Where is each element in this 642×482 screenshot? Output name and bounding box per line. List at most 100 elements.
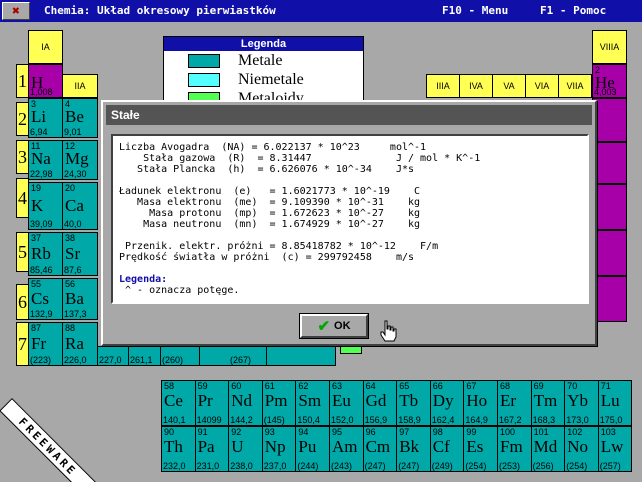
element-mass: (243) bbox=[331, 461, 353, 471]
constant-permittivity: Przenik. elektr. próżni = 8.85418782 * 1… bbox=[119, 241, 439, 252]
element-cell[interactable]: 87 Fr (223) bbox=[28, 322, 63, 366]
element-cell[interactable]: 227,0 bbox=[97, 346, 129, 366]
element-cell[interactable] bbox=[592, 142, 627, 184]
element-cell[interactable]: (267) bbox=[199, 346, 267, 366]
checkmark-icon: ✔ bbox=[317, 317, 331, 335]
element-cell[interactable]: 67 Ho 164,9 bbox=[463, 380, 498, 426]
element-cell[interactable]: 101 Md (256) bbox=[530, 426, 566, 472]
element-cell[interactable]: 63 Eu 152,0 bbox=[329, 380, 364, 426]
element-number: 92 bbox=[231, 427, 242, 437]
element-symbol: Lu bbox=[600, 391, 620, 410]
element-cell[interactable]: 88 Ra 226,0 bbox=[62, 322, 98, 366]
element-cell[interactable]: 62 Sm 150,4 bbox=[295, 380, 330, 426]
element-cell[interactable] bbox=[266, 346, 336, 366]
element-cell[interactable]: 100 Fm (253) bbox=[497, 426, 532, 472]
element-cell[interactable]: 59 Pr 14099 bbox=[194, 380, 230, 426]
element-cell[interactable]: 61 Pm (145) bbox=[261, 380, 297, 426]
element-symbol: Th bbox=[164, 437, 183, 456]
element-symbol: Md bbox=[533, 437, 558, 456]
element-cell[interactable]: 12 Mg 24,30 bbox=[62, 140, 98, 180]
element-number: 95 bbox=[332, 427, 343, 437]
element-number: 97 bbox=[399, 427, 410, 437]
element-cell[interactable] bbox=[592, 230, 627, 276]
element-number: 59 bbox=[197, 381, 208, 391]
element-mass: (249) bbox=[431, 461, 453, 471]
element-cell[interactable]: 99 Es (254) bbox=[463, 426, 498, 472]
element-symbol: Pr bbox=[197, 391, 213, 410]
element-symbol: Cs bbox=[31, 289, 49, 308]
element-cell[interactable]: 70 Yb 173,0 bbox=[564, 380, 599, 426]
element-cell[interactable]: 56 Ba 137,3 bbox=[62, 278, 98, 320]
element-number: 98 bbox=[432, 427, 443, 437]
element-cell[interactable]: (260) bbox=[160, 346, 200, 366]
element-cell[interactable] bbox=[592, 98, 627, 142]
element-mass: (223) bbox=[30, 355, 52, 365]
element-cell[interactable]: 96 Cm (247) bbox=[362, 426, 398, 472]
group-header-iia: IIA bbox=[62, 74, 98, 98]
element-number: 56 bbox=[65, 279, 76, 289]
constant-proton-mass: Masa protonu (mp) = 1.672623 * 10^-27 kg bbox=[119, 208, 421, 219]
element-cell[interactable]: 102 No (254) bbox=[564, 426, 599, 472]
element-symbol: Am bbox=[332, 437, 358, 456]
element-cell[interactable]: 97 Bk (247) bbox=[396, 426, 431, 472]
element-cell[interactable]: 261,1 bbox=[128, 346, 161, 366]
element-cell[interactable]: 37 Rb 85,46 bbox=[28, 232, 63, 276]
element-cell[interactable]: 93 Np 237,0 bbox=[261, 426, 297, 472]
element-symbol: Pu bbox=[298, 437, 317, 456]
element-number: 93 bbox=[264, 427, 275, 437]
element-mass: 152,0 bbox=[331, 415, 354, 425]
element-cell[interactable]: 58 Ce 140,1 bbox=[161, 380, 196, 426]
element-cell[interactable]: 69 Tm 168,3 bbox=[530, 380, 566, 426]
element-symbol: Pa bbox=[197, 437, 215, 456]
element-cell[interactable]: 94 Pu (244) bbox=[295, 426, 330, 472]
menu-hint[interactable]: F10 - Menu bbox=[442, 4, 508, 17]
element-cell[interactable]: 38 Sr 87,6 bbox=[62, 232, 98, 276]
element-cell[interactable]: 11 Na 22,98 bbox=[28, 140, 63, 180]
legend-swatch bbox=[188, 73, 220, 87]
element-number: 64 bbox=[365, 381, 376, 391]
element-cell[interactable]: 3 Li 6,94 bbox=[28, 98, 63, 138]
element-number: 88 bbox=[65, 323, 76, 333]
element-cell[interactable]: 19 K 39,09 bbox=[28, 182, 63, 230]
element-cell[interactable]: H 1,008 bbox=[28, 64, 63, 98]
element-cell[interactable]: 20 Ca 40,0 bbox=[62, 182, 98, 230]
element-cell[interactable]: 90 Th 232,0 bbox=[161, 426, 196, 472]
element-mass: 231,0 bbox=[196, 461, 220, 471]
element-cell[interactable]: 98 Cf (249) bbox=[429, 426, 465, 472]
element-cell[interactable]: 66 Dy 162,4 bbox=[429, 380, 465, 426]
element-cell[interactable]: 68 Er 167,2 bbox=[497, 380, 532, 426]
dialog-legend-header: Legenda: bbox=[119, 274, 168, 285]
element-cell[interactable] bbox=[592, 276, 627, 322]
system-menu-button[interactable]: ✖ bbox=[2, 2, 30, 20]
element-cell[interactable]: 65 Tb 158,9 bbox=[396, 380, 431, 426]
element-cell[interactable]: 91 Pa 231,0 bbox=[194, 426, 230, 472]
element-cell[interactable]: 2 He 4,003 bbox=[592, 64, 627, 98]
element-symbol: Cm bbox=[365, 437, 391, 456]
element-cell[interactable]: 95 Am (243) bbox=[329, 426, 364, 472]
close-icon: ✖ bbox=[12, 3, 20, 19]
element-mass: 4,003 bbox=[594, 87, 617, 97]
group-header-iva: IVA bbox=[459, 74, 493, 98]
element-mass: 261,1 bbox=[130, 355, 153, 365]
group-header-viiia: VIIIA bbox=[592, 30, 627, 64]
element-cell[interactable]: 71 Lu 175,0 bbox=[597, 380, 633, 426]
element-cell[interactable]: 64 Gd 156,9 bbox=[362, 380, 398, 426]
element-cell[interactable]: 55 Cs 132,9 bbox=[28, 278, 63, 320]
element-symbol: Rb bbox=[31, 244, 51, 263]
constant-planck: Stała Plancka (h) = 6.626076 * 10^-34 J*… bbox=[119, 164, 415, 175]
element-cell[interactable] bbox=[592, 184, 627, 230]
ok-button[interactable]: ✔ OK bbox=[299, 313, 369, 339]
element-number: 55 bbox=[31, 279, 42, 289]
ok-button-label: OK bbox=[334, 320, 351, 332]
legend-label: Metale bbox=[238, 52, 283, 69]
element-number: 20 bbox=[65, 183, 76, 193]
element-cell[interactable]: 60 Nd 144,2 bbox=[228, 380, 263, 426]
group-header-iiia: IIIA bbox=[426, 74, 460, 98]
element-number: 103 bbox=[600, 427, 616, 437]
help-hint[interactable]: F1 - Pomoc bbox=[540, 4, 606, 17]
element-cell[interactable]: 103 Lw (257) bbox=[597, 426, 633, 472]
element-symbol: Li bbox=[31, 107, 47, 126]
element-cell[interactable]: 92 U 238,0 bbox=[228, 426, 263, 472]
element-cell[interactable]: 4 Be 9,01 bbox=[62, 98, 98, 138]
element-mass: (253) bbox=[499, 461, 521, 471]
